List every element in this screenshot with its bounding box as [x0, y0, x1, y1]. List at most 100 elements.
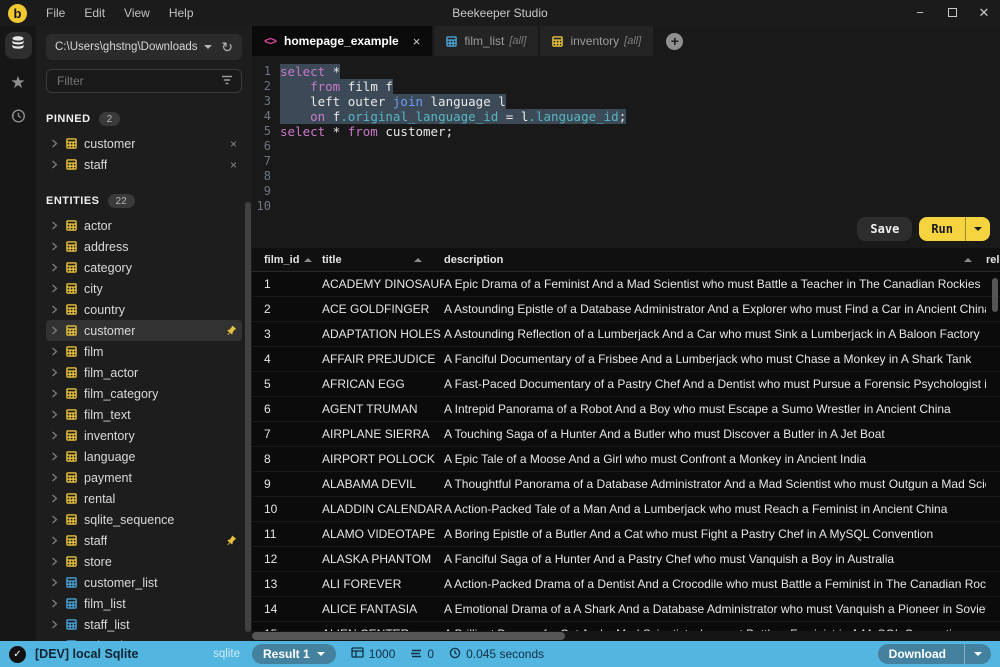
tab-film_list[interactable]: film_list [all] — [434, 26, 538, 56]
entity-item-film[interactable]: film — [46, 341, 242, 362]
chevron-right-icon[interactable] — [51, 263, 66, 272]
sidebar-scrollbar[interactable] — [245, 202, 251, 632]
chevron-right-icon[interactable] — [51, 368, 66, 377]
new-tab-button[interactable]: + — [666, 33, 683, 50]
run-options-button[interactable] — [965, 217, 990, 241]
status-connection[interactable]: ✓ [DEV] local Sqlite sqlite — [0, 646, 252, 663]
entity-item-payment[interactable]: payment — [46, 467, 242, 488]
chevron-right-icon[interactable] — [51, 347, 66, 356]
column-header-release-year[interactable]: release_year — [986, 254, 1000, 266]
entity-item-customer_list[interactable]: customer_list — [46, 572, 242, 593]
results-horizontal-scrollbar-track[interactable] — [252, 631, 1000, 641]
entity-item-film_list[interactable]: film_list — [46, 593, 242, 614]
refresh-icon[interactable]: ↻ — [221, 40, 233, 54]
entity-item-staff_list[interactable]: staff_list — [46, 614, 242, 635]
history-icon — [9, 112, 27, 129]
chevron-right-icon[interactable] — [51, 599, 66, 608]
favorites-panel-button[interactable]: ★ — [10, 74, 25, 91]
chevron-right-icon[interactable] — [51, 160, 66, 169]
chevron-right-icon[interactable] — [51, 557, 66, 566]
chevron-right-icon[interactable] — [51, 221, 66, 230]
tables-panel-button[interactable] — [5, 32, 32, 59]
column-header-film-id[interactable]: film_id — [264, 254, 322, 266]
close-tab-icon[interactable]: × — [413, 34, 421, 49]
chevron-right-icon[interactable] — [51, 494, 66, 503]
table-row[interactable]: 14 ALICE FANTASIA A Emotional Drama of a… — [252, 597, 1000, 622]
filter-input[interactable] — [55, 73, 221, 89]
entity-item-store[interactable]: store — [46, 551, 242, 572]
table-row[interactable]: 1 ACADEMY DINOSAUR A Epic Drama of a Fem… — [252, 272, 1000, 297]
table-icon — [66, 367, 77, 378]
menu-edit[interactable]: Edit — [84, 6, 105, 20]
chevron-right-icon[interactable] — [51, 536, 66, 545]
results-table[interactable]: 1 ACADEMY DINOSAUR A Epic Drama of a Fem… — [252, 272, 1000, 641]
table-row[interactable]: 5 AFRICAN EGG A Fast-Paced Documentary o… — [252, 372, 1000, 397]
table-row[interactable]: 12 ALASKA PHANTOM A Fanciful Saga of a H… — [252, 547, 1000, 572]
entity-item-country[interactable]: country — [46, 299, 242, 320]
entity-item-inventory[interactable]: inventory — [46, 425, 242, 446]
table-row[interactable]: 3 ADAPTATION HOLES A Astounding Reflecti… — [252, 322, 1000, 347]
save-button[interactable]: Save — [857, 217, 912, 241]
entity-item-category[interactable]: category — [46, 257, 242, 278]
download-options-button[interactable] — [964, 644, 991, 664]
pinned-item-staff[interactable]: staff × — [46, 154, 242, 175]
entity-item-address[interactable]: address — [46, 236, 242, 257]
table-row[interactable]: 8 AIRPORT POLLOCK A Epic Tale of a Moose… — [252, 447, 1000, 472]
sql-editor[interactable]: 12345678910 select * from film f left ou… — [252, 56, 1000, 248]
entity-item-film_actor[interactable]: film_actor — [46, 362, 242, 383]
connection-selector[interactable]: C:\Users\ghstng\Downloads ↻ — [46, 34, 242, 60]
unpin-icon[interactable]: × — [230, 158, 237, 172]
menu-help[interactable]: Help — [169, 6, 194, 20]
history-panel-button[interactable] — [9, 107, 27, 130]
entity-item-actor[interactable]: actor — [46, 215, 242, 236]
chevron-right-icon[interactable] — [51, 389, 66, 398]
entity-item-film_category[interactable]: film_category — [46, 383, 242, 404]
entity-item-city[interactable]: city — [46, 278, 242, 299]
download-button[interactable]: Download — [878, 644, 957, 664]
table-row[interactable]: 7 AIRPLANE SIERRA A Touching Saga of a H… — [252, 422, 1000, 447]
table-row[interactable]: 11 ALAMO VIDEOTAPE A Boring Epistle of a… — [252, 522, 1000, 547]
pin-icon[interactable] — [225, 535, 237, 547]
chevron-right-icon[interactable] — [51, 578, 66, 587]
filter-icon[interactable] — [221, 72, 233, 90]
menu-file[interactable]: File — [46, 6, 65, 20]
unpin-icon[interactable]: × — [230, 137, 237, 151]
entity-item-rental[interactable]: rental — [46, 488, 242, 509]
chevron-right-icon[interactable] — [51, 326, 66, 335]
close-button[interactable]: ✕ — [968, 0, 1000, 26]
table-row[interactable]: 9 ALABAMA DEVIL A Thoughtful Panorama of… — [252, 472, 1000, 497]
chevron-right-icon[interactable] — [51, 431, 66, 440]
table-row[interactable]: 4 AFFAIR PREJUDICE A Fanciful Documentar… — [252, 347, 1000, 372]
chevron-right-icon[interactable] — [51, 515, 66, 524]
entity-item-sqlite_sequence[interactable]: sqlite_sequence — [46, 509, 242, 530]
chevron-right-icon[interactable] — [51, 473, 66, 482]
chevron-right-icon[interactable] — [51, 305, 66, 314]
chevron-right-icon[interactable] — [51, 284, 66, 293]
pinned-item-customer[interactable]: customer × — [46, 133, 242, 154]
table-row[interactable]: 10 ALADDIN CALENDAR A Action-Packed Tale… — [252, 497, 1000, 522]
chevron-right-icon[interactable] — [51, 242, 66, 251]
chevron-right-icon[interactable] — [51, 452, 66, 461]
results-vertical-scrollbar[interactable] — [992, 278, 998, 312]
chevron-right-icon[interactable] — [51, 410, 66, 419]
tab-homepage_example[interactable]: <>homepage_example × — [252, 26, 432, 56]
chevron-right-icon[interactable] — [51, 620, 66, 629]
pin-icon[interactable] — [225, 325, 237, 337]
menu-view[interactable]: View — [124, 6, 150, 20]
results-horizontal-scrollbar-thumb[interactable] — [252, 632, 565, 640]
table-row[interactable]: 13 ALI FOREVER A Action-Packed Drama of … — [252, 572, 1000, 597]
maximize-button[interactable] — [936, 0, 968, 26]
chevron-right-icon[interactable] — [51, 139, 66, 148]
minimize-button[interactable]: − — [904, 0, 936, 26]
entity-item-language[interactable]: language — [46, 446, 242, 467]
tab-inventory[interactable]: inventory [all] — [540, 26, 653, 56]
table-row[interactable]: 2 ACE GOLDFINGER A Astounding Epistle of… — [252, 297, 1000, 322]
entity-item-customer[interactable]: customer — [46, 320, 242, 341]
table-row[interactable]: 6 AGENT TRUMAN A Intrepid Panorama of a … — [252, 397, 1000, 422]
run-button[interactable]: Run — [919, 217, 965, 241]
result-selector[interactable]: Result 1 — [252, 644, 336, 664]
column-header-title[interactable]: title — [322, 254, 444, 266]
column-header-description[interactable]: description — [444, 254, 986, 266]
entity-item-film_text[interactable]: film_text — [46, 404, 242, 425]
entity-item-staff[interactable]: staff — [46, 530, 242, 551]
